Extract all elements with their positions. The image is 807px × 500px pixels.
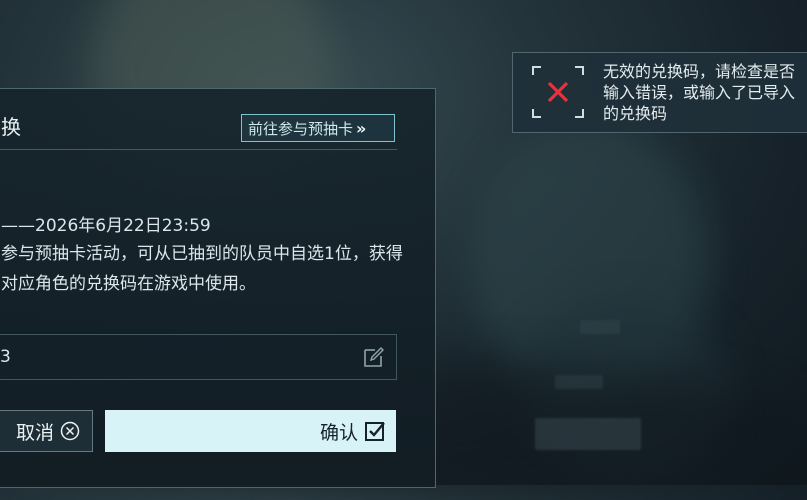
bg-ghost-item: [580, 320, 620, 334]
double-chevron-right-icon: »: [356, 118, 366, 138]
divider: [0, 149, 397, 150]
bg-ghost-button: [535, 418, 641, 450]
redeem-code-value: 3: [0, 347, 11, 367]
bg-ghost-item: [555, 375, 603, 389]
confirm-label: 确认: [319, 421, 358, 444]
event-description: 参与预抽卡活动，可从已抽到的队员中自选1位，获得对应角色的兑换码在游戏中使用。: [1, 244, 403, 294]
cancel-button[interactable]: 取消: [0, 410, 93, 452]
cancel-label: 取消: [15, 421, 54, 444]
dialog-title: 换: [1, 115, 21, 139]
close-circle-icon: [60, 421, 80, 441]
redeem-code-input[interactable]: 3: [0, 334, 397, 380]
toast-message: 无效的兑换码，请检查是否输入错误，或输入了已导入的兑换码: [603, 62, 796, 123]
error-toast: 无效的兑换码，请检查是否输入错误，或输入了已导入的兑换码: [512, 52, 807, 133]
edit-icon[interactable]: [362, 345, 386, 369]
checkbox-checked-icon: [365, 422, 385, 441]
goto-pre-draw-button[interactable]: 前往参与预抽卡 »: [241, 114, 395, 142]
event-date-range: ——2026年6月22日23:59: [1, 216, 211, 236]
redeem-dialog: 换 前往参与预抽卡 » ——2026年6月22日23:59 参与预抽卡活动，可从…: [0, 88, 436, 488]
goto-pre-draw-label: 前往参与预抽卡: [248, 119, 354, 138]
error-x-icon: [532, 66, 584, 118]
confirm-button[interactable]: 确认: [105, 410, 396, 452]
